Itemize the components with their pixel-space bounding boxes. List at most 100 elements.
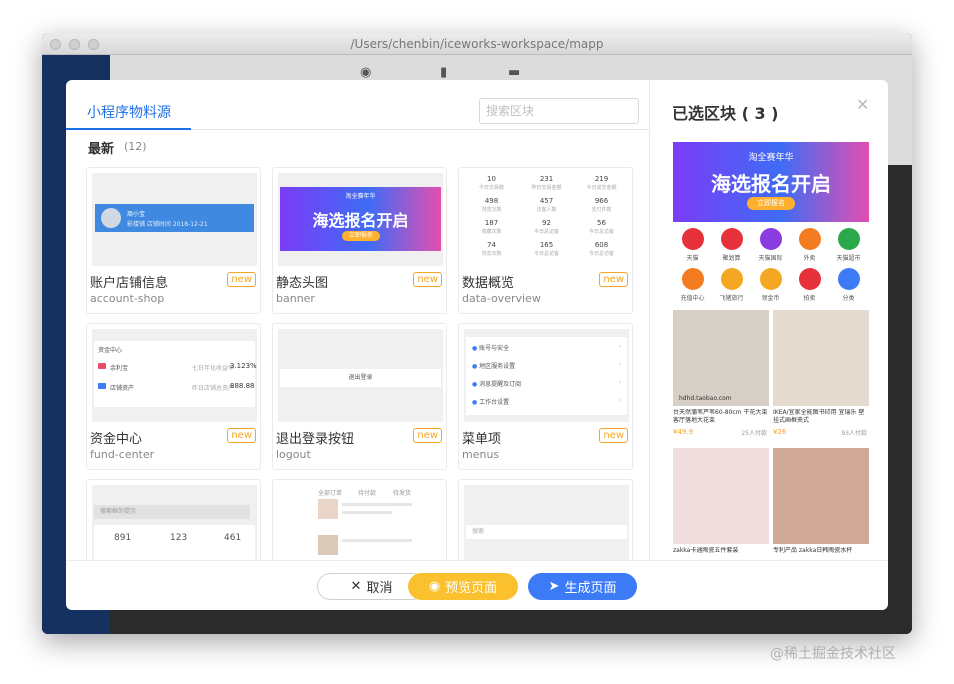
overview-value: 74 (487, 241, 496, 249)
order-tab: 全部订单 (318, 490, 343, 497)
overview-label: 今日总访客 (533, 251, 559, 257)
menu-item: ● 工作台设置 (472, 397, 509, 406)
category-icon-item[interactable]: 领金币 (751, 266, 790, 302)
category-icon (798, 268, 821, 290)
tab-miniapp-materials[interactable]: 小程序物料源 (87, 102, 171, 122)
block-card-row3-c[interactable]: 搜索 (458, 479, 633, 560)
block-picker-modal: 小程序物料源 最新 (12) 周小宝 影楼铺 店铺时间 2018-12-21 账… (66, 80, 888, 610)
banner-title: 海选报名开启 (312, 211, 409, 230)
preview-logout: 退出登录 (278, 329, 443, 422)
menu-item-icon: ● (472, 399, 478, 406)
menu-item-icon: ● (472, 345, 478, 352)
category-label: 领金币 (761, 295, 780, 302)
account-name: 周小宝 (127, 211, 146, 218)
search-input[interactable] (479, 98, 639, 124)
generate-page-button[interactable]: ➤ 生成页面 (528, 573, 637, 600)
panel-divider (649, 80, 650, 560)
category-icon-item[interactable]: 外卖 (790, 226, 829, 262)
menu-item-label: 消息提醒及订阅 (479, 381, 522, 388)
category-icon (759, 268, 782, 290)
chevron-right-icon: › (618, 343, 621, 350)
order-tab: 待付款 (358, 490, 377, 497)
category-icon-item[interactable]: 天猫超市 (829, 226, 868, 262)
product-image (773, 448, 869, 544)
category-icon-item[interactable]: 天猫国际 (751, 226, 790, 262)
overview-label: 支付件数 (591, 207, 612, 213)
overview-value: 187 (484, 219, 499, 227)
card-title: 资金中心 (90, 432, 143, 447)
block-card-row3-b[interactable]: 全部订单 待付款 待发货 (272, 479, 447, 560)
active-tab-indicator (66, 128, 191, 130)
image-watermark: hdhd.taobao.com (679, 395, 732, 402)
block-card-fund-center[interactable]: 资金中心 余利宝 七日年化收益率 3.123% 店铺资产 昨日店铺总资产 888… (86, 323, 261, 470)
avatar (101, 208, 121, 228)
close-icon[interactable]: ✕ (856, 95, 869, 114)
overview-value: 498 (484, 197, 499, 205)
store-icon (98, 383, 106, 389)
fund-row-label: 余利宝 (110, 365, 129, 372)
block-card-row3-a[interactable]: 搜索框的提示 891 123 461 (86, 479, 261, 560)
overview-value: 92 (542, 219, 551, 227)
preview-data-overview: 10 今日交易数 231 昨日交易金额 219 今日成交金额 498 浏览次数 457 访客人数 9… (464, 173, 629, 266)
account-bar: 周小宝 影楼铺 店铺时间 2018-12-21 (95, 204, 254, 232)
card-subtitle: data-overview (462, 292, 541, 305)
product-card[interactable]: IKEA/宜家全能图书印用 宜瑞乐 壁挂式画框夹式 ¥26 93人付款 (773, 310, 869, 445)
phone-icon[interactable]: ▮ (440, 65, 447, 80)
product-grid: hdhd.taobao.com 台天然蒲苇芦苇60-80cm 干花大束客厅落地大花… (673, 310, 869, 560)
category-icon (720, 268, 743, 290)
stat-value: 123 (170, 533, 188, 543)
menu-item-icon: ● (472, 381, 478, 388)
category-icon-item[interactable]: 聚划算 (712, 226, 751, 262)
product-price: ¥26 (773, 428, 787, 436)
preview-order-list: 全部订单 待付款 待发货 (278, 485, 443, 560)
category-icon (681, 228, 704, 250)
fund-row-value: 888.88 (230, 382, 255, 390)
category-icon-grid: 天猫 聚划算 天猫国际 外卖 天猫超市充值中心 飞猪旅行 领金币 拍卖 分类 (673, 226, 869, 308)
product-title: 台天然蒲苇芦苇60-80cm 干花大束客厅落地大花束 (673, 409, 768, 424)
fund-title: 资金中心 (98, 347, 123, 354)
preview-page-button[interactable]: ◉ 预览页面 (408, 573, 518, 600)
product-image (773, 310, 869, 406)
category-icon-item[interactable]: 分类 (829, 266, 868, 302)
product-title: zakka卡通陶瓷五件套装 (673, 547, 739, 554)
menu-item: ● 地区服务设置 (472, 361, 515, 370)
product-card[interactable]: hdhd.taobao.com 台天然蒲苇芦苇60-80cm 干花大束客厅落地大花… (673, 310, 769, 445)
block-card-data-overview[interactable]: 10 今日交易数 231 昨日交易金额 219 今日成交金额 498 浏览次数 457 访客人数 9… (458, 167, 633, 314)
generate-label: 生成页面 (564, 581, 617, 596)
category-icon-item[interactable]: 充值中心 (673, 266, 712, 302)
product-thumb (318, 499, 338, 519)
block-card-account-shop[interactable]: 周小宝 影楼铺 店铺时间 2018-12-21 账户店铺信息 account-s… (86, 167, 261, 314)
target-icon[interactable]: ◉ (360, 65, 371, 80)
category-icon (759, 228, 782, 250)
menu-item-icon: ● (472, 363, 478, 370)
product-card[interactable]: 专利产品 zakka日韩陶瓷水杯 (773, 448, 869, 560)
overview-value: 165 (539, 241, 554, 249)
chevron-right-icon: › (618, 361, 621, 368)
category-label: 飞猪旅行 (719, 295, 744, 302)
block-grid: 周小宝 影楼铺 店铺时间 2018-12-21 账户店铺信息 account-s… (86, 167, 646, 560)
banner-cta: 立即报名 (747, 197, 795, 210)
card-subtitle: account-shop (90, 292, 165, 305)
text-line (342, 511, 392, 514)
category-icon-item[interactable]: 天猫 (673, 226, 712, 262)
account-meta: 影楼铺 店铺时间 2018-12-21 (127, 221, 208, 228)
overview-label: 访客人数 (536, 207, 557, 213)
product-card[interactable]: zakka卡通陶瓷五件套装 (673, 448, 769, 560)
monitor-icon[interactable]: ▬ (508, 65, 520, 80)
preview-search-stats: 搜索框的提示 891 123 461 (92, 485, 257, 560)
category-icon-item[interactable]: 拍卖 (790, 266, 829, 302)
overview-value: 219 (594, 175, 609, 183)
menu-item: ● 消息提醒及订阅 (472, 379, 521, 388)
block-card-banner[interactable]: 淘全赛年华 海选报名开启 立即报名 静态头图 banner new (272, 167, 447, 314)
banner-image: 淘全赛年华 海选报名开启 立即报名 (280, 187, 441, 251)
overview-value: 457 (539, 197, 554, 205)
chevron-right-icon: › (618, 397, 621, 404)
window-title: /Users/chenbin/iceworks-workspace/mapp (350, 37, 604, 51)
overview-value: 10 (487, 175, 496, 183)
new-badge: new (227, 272, 256, 287)
block-card-menus[interactable]: ● 账号与安全 ● 地区服务设置 ● 消息提醒及订阅 ● 工作台设置 › › ›… (458, 323, 633, 470)
chevron-right-icon: › (618, 379, 621, 386)
block-card-logout[interactable]: 退出登录 退出登录按钮 logout new (272, 323, 447, 470)
category-icon-item[interactable]: 飞猪旅行 (712, 266, 751, 302)
overview-label: 昨日交易金额 (531, 185, 562, 191)
